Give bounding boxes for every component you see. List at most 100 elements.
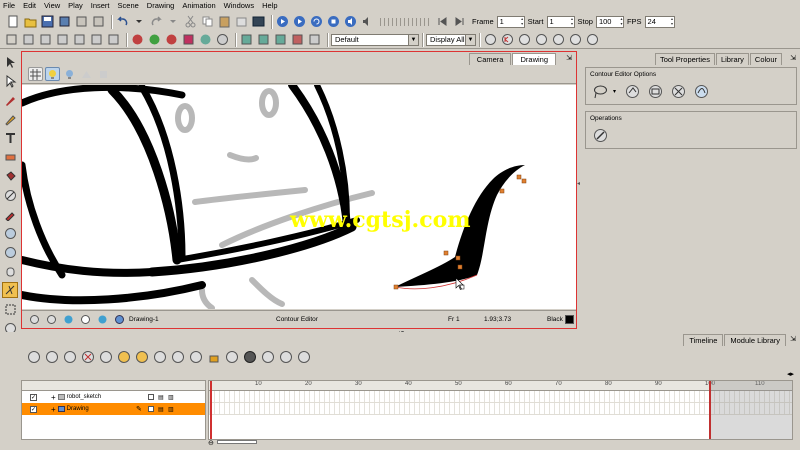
check-icon[interactable]: [260, 349, 276, 365]
pencil-icon[interactable]: ✎: [136, 405, 142, 413]
menu-scene[interactable]: Scene: [118, 0, 139, 12]
current-color-swatch[interactable]: [565, 315, 574, 324]
cut-icon[interactable]: [183, 15, 198, 29]
palette-combo[interactable]: Default ▼: [331, 33, 419, 46]
play-icon[interactable]: [275, 15, 290, 29]
lasso-select-icon[interactable]: [590, 81, 610, 101]
layer-lock-checkbox[interactable]: [148, 406, 154, 412]
panel-menu-icon[interactable]: ⇲: [790, 335, 796, 343]
save-all-icon[interactable]: [57, 15, 72, 29]
frame-row-drawing[interactable]: [209, 403, 792, 415]
display-combo[interactable]: Display All ▼: [426, 33, 476, 46]
layer-settings-icon[interactable]: ▥: [168, 406, 174, 413]
cutter-tool-icon[interactable]: [2, 282, 18, 298]
stop-field[interactable]: 100: [595, 15, 624, 28]
camera-icon[interactable]: [483, 33, 498, 47]
rotate-view-icon[interactable]: [95, 313, 110, 327]
last-frame-icon[interactable]: [452, 15, 467, 29]
contour-option-2-icon[interactable]: [645, 81, 665, 101]
select-arrow-icon[interactable]: [2, 54, 18, 70]
loop-icon[interactable]: [309, 15, 324, 29]
text-tool-icon[interactable]: [2, 130, 18, 146]
tab-module-library[interactable]: Module Library: [724, 334, 786, 346]
set-stop-icon[interactable]: [188, 349, 204, 365]
paint-bucket-icon[interactable]: [2, 168, 18, 184]
pivot-icon[interactable]: [256, 33, 271, 47]
first-frame-icon[interactable]: [435, 15, 450, 29]
layer-lock-checkbox[interactable]: [148, 394, 154, 400]
hand-tool-icon[interactable]: [2, 263, 18, 279]
tab-library[interactable]: Library: [715, 53, 749, 65]
drawing-canvas[interactable]: www.cgtsj.com: [22, 85, 576, 309]
keyframe-icon[interactable]: [98, 349, 114, 365]
expand-icon[interactable]: +: [51, 405, 56, 414]
library-icon[interactable]: [251, 15, 266, 29]
layer-visible-checkbox[interactable]: ✓: [30, 405, 37, 413]
rotate-icon[interactable]: [72, 33, 87, 47]
layer-settings-icon[interactable]: ▥: [168, 394, 174, 401]
key-bn-icon[interactable]: [568, 33, 583, 47]
key-ks-icon[interactable]: [551, 33, 566, 47]
menu-animation[interactable]: Animation: [182, 0, 215, 12]
grid-toggle-icon[interactable]: [28, 67, 43, 81]
contour-option-3-icon[interactable]: [668, 81, 688, 101]
stop-icon[interactable]: [326, 15, 341, 29]
paint-icon[interactable]: [181, 33, 196, 47]
morph-icon[interactable]: [239, 33, 254, 47]
delete-layer-icon[interactable]: [80, 349, 96, 365]
play-scene-icon[interactable]: [292, 15, 307, 29]
layer-visible-checkbox[interactable]: ✓: [30, 393, 37, 401]
ease-icon[interactable]: [116, 349, 132, 365]
tab-colour[interactable]: Colour: [749, 53, 782, 65]
smooth-icon[interactable]: [590, 125, 610, 145]
menu-help[interactable]: Help: [262, 0, 277, 12]
save-icon[interactable]: [40, 15, 55, 29]
zoom-out-icon[interactable]: ⊖: [208, 440, 214, 447]
panel-menu-icon[interactable]: ⇲: [790, 54, 796, 62]
undo-icon[interactable]: [115, 15, 130, 29]
playhead[interactable]: [210, 381, 212, 439]
contour-option-1-icon[interactable]: [622, 81, 642, 101]
onion-skin-timeline-icon[interactable]: [224, 349, 240, 365]
zoom-reset-icon[interactable]: [27, 313, 42, 327]
eraser-tool-icon[interactable]: [2, 149, 18, 165]
lock-icon[interactable]: [206, 349, 222, 365]
open-icon[interactable]: [23, 15, 38, 29]
key-b-icon[interactable]: [517, 33, 532, 47]
transform-icon[interactable]: [38, 33, 53, 47]
pencil-tool-icon[interactable]: [2, 111, 18, 127]
layer-color-icon[interactable]: ▤: [158, 406, 164, 413]
chevron-down-icon[interactable]: [132, 15, 147, 29]
peg-icon[interactable]: [273, 33, 288, 47]
rotate-tool-icon[interactable]: [2, 244, 18, 260]
layer-row-drawing[interactable]: ✓ + Drawing ✎ ▤ ▥: [22, 403, 205, 415]
grid-icon[interactable]: [4, 33, 19, 47]
chevron-down-icon[interactable]: ▾: [613, 88, 616, 95]
flip-view-icon[interactable]: [78, 313, 93, 327]
contour-option-4-icon[interactable]: [691, 81, 711, 101]
start-field[interactable]: 1: [546, 15, 575, 28]
pan-icon[interactable]: [44, 313, 59, 327]
frame-ruler[interactable]: 102030405060708090100110: [209, 381, 792, 391]
reset-view-icon[interactable]: [96, 67, 111, 81]
eraser-icon[interactable]: [215, 33, 230, 47]
render-icon[interactable]: [296, 349, 312, 365]
flip-icon[interactable]: [55, 33, 70, 47]
motion-icon[interactable]: [134, 349, 150, 365]
import-icon[interactable]: [74, 15, 89, 29]
view-icon[interactable]: [21, 33, 36, 47]
volume-icon[interactable]: [360, 15, 375, 29]
layer-row-robot-sketch[interactable]: ✓ + robot_sketch ▤ ▥: [22, 391, 205, 403]
line-tool-icon[interactable]: [2, 187, 18, 203]
key-k-icon[interactable]: [500, 33, 515, 47]
scale-icon[interactable]: [89, 33, 104, 47]
key-s-icon[interactable]: [534, 33, 549, 47]
menu-play[interactable]: Play: [68, 0, 83, 12]
lightbulb-icon[interactable]: [45, 67, 60, 81]
export-icon[interactable]: [91, 15, 106, 29]
paste-icon[interactable]: [217, 15, 232, 29]
dropper-tool-icon[interactable]: [2, 206, 18, 222]
add-keyframe-icon[interactable]: [152, 349, 168, 365]
brush-tool-icon[interactable]: [2, 92, 18, 108]
menu-drawing[interactable]: Drawing: [147, 0, 175, 12]
